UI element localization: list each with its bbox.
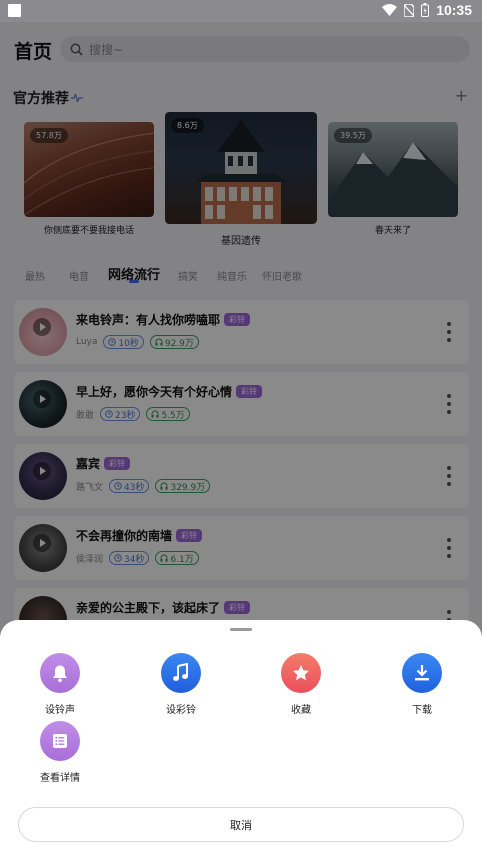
star-icon [281, 653, 321, 693]
set-cailing-button[interactable]: 设彩铃 [141, 653, 221, 716]
wifi-icon [382, 4, 398, 16]
sheet-drag-handle[interactable] [230, 628, 252, 631]
status-bar: 10:35 [0, 0, 482, 22]
set-ringtone-button[interactable]: 设铃声 [20, 653, 100, 716]
bell-icon [40, 653, 80, 693]
action-label: 设彩铃 [166, 705, 196, 716]
download-icon [402, 653, 442, 693]
action-label: 收藏 [291, 705, 311, 716]
notification-icon [8, 4, 21, 17]
action-label: 查看详情 [40, 773, 80, 784]
download-button[interactable]: 下载 [382, 653, 462, 716]
music-note-icon [161, 653, 201, 693]
list-icon [40, 721, 80, 761]
favorite-button[interactable]: 收藏 [261, 653, 341, 716]
no-sim-icon [404, 3, 415, 17]
cancel-button[interactable]: 取消 [18, 807, 464, 842]
battery-icon [421, 3, 430, 17]
view-details-button[interactable]: 查看详情 [20, 721, 100, 784]
status-time: 10:35 [436, 2, 472, 18]
action-label: 下载 [412, 705, 432, 716]
action-bottom-sheet: 设铃声 设彩铃 收藏 下载 查看详情 取消 [0, 620, 482, 856]
action-label: 设铃声 [45, 705, 75, 716]
